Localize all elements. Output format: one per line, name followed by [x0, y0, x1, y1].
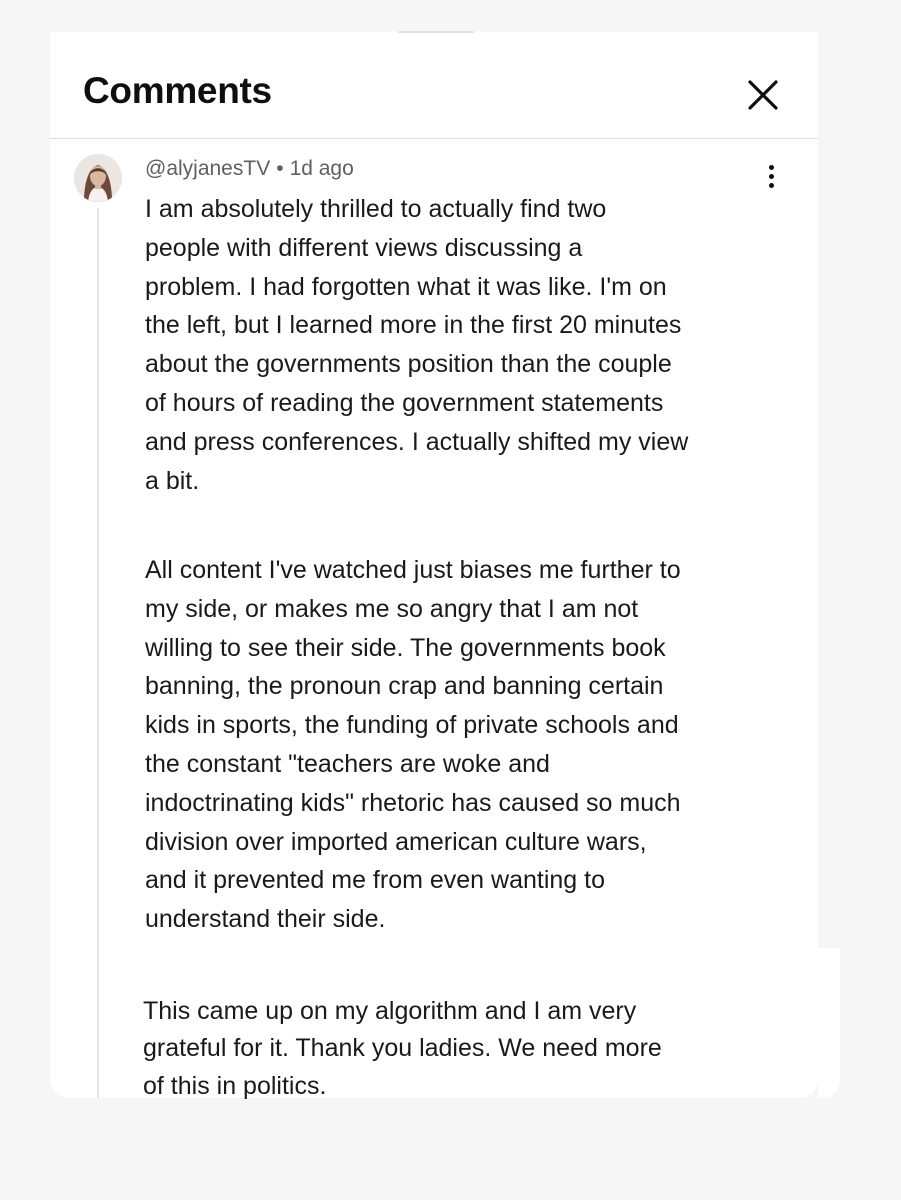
comment-line: a bit. [145, 466, 200, 495]
comment-line: understand their side. [145, 905, 386, 934]
comment-line: problem. I had forgotten what it was lik… [145, 272, 667, 301]
comments-panel: Comments @alyjanesTV • 1d ago I am absol… [50, 32, 840, 1100]
comment-meta: @alyjanesTV • 1d ago [145, 157, 354, 181]
more-vert-icon [768, 173, 774, 179]
comment-line: and press conferences. I actually shifte… [145, 427, 689, 456]
avatar-image [74, 154, 122, 202]
comment-line: the constant "teachers are woke and [145, 749, 550, 778]
comment-author[interactable]: @alyjanesTV [145, 157, 270, 180]
comment-line: I am absolutely thrilled to actually fin… [145, 195, 607, 223]
comment-line: of this in politics. [143, 1071, 327, 1100]
meta-separator: • [276, 157, 284, 180]
comment-line: banning, the pronoun crap and banning ce… [145, 672, 664, 701]
more-vert-icon [768, 182, 774, 188]
comment-line: This came up on my algorithm and I am ve… [143, 997, 637, 1025]
comment-line: about the governments position than the … [145, 350, 672, 379]
comment-line: indoctrinating kids" rhetoric has caused… [145, 788, 681, 817]
avatar[interactable] [74, 154, 122, 202]
comment-line: division over imported american culture … [145, 827, 647, 856]
more-options-button[interactable] [756, 158, 786, 194]
more-vert-icon [768, 164, 774, 170]
screen: Comments @alyjanesTV • 1d ago I am absol… [0, 0, 901, 1200]
sheet-notch [398, 31, 474, 33]
thread-line [97, 208, 99, 1098]
comment-paragraph: This came up on my algorithm and I am ve… [143, 993, 743, 1105]
comment-line: kids in sports, the funding of private s… [145, 711, 679, 740]
comment-line: willing to see their side. The governmen… [145, 633, 666, 662]
comment-line: All content I've watched just biases me … [145, 556, 681, 584]
close-icon [748, 80, 778, 110]
comment-line: people with different views discussing a [145, 233, 583, 262]
comments-title: Comments [83, 70, 272, 111]
comment-line: grateful for it. Thank you ladies. We ne… [143, 1034, 662, 1063]
comments-header: Comments [50, 32, 818, 139]
comment-paragraph: I am absolutely thrilled to actually fin… [145, 190, 785, 500]
close-button[interactable] [742, 74, 784, 116]
comment-line: of hours of reading the government state… [145, 388, 664, 417]
comment-line: the left, but I learned more in the firs… [145, 311, 682, 340]
comment-line: my side, or makes me so angry that I am … [145, 594, 639, 623]
comment-time[interactable]: 1d ago [290, 157, 354, 180]
comment-paragraph: All content I've watched just biases me … [145, 551, 785, 939]
comment-line: and it prevented me from even wanting to [145, 866, 605, 895]
panel-corner [818, 948, 840, 1098]
